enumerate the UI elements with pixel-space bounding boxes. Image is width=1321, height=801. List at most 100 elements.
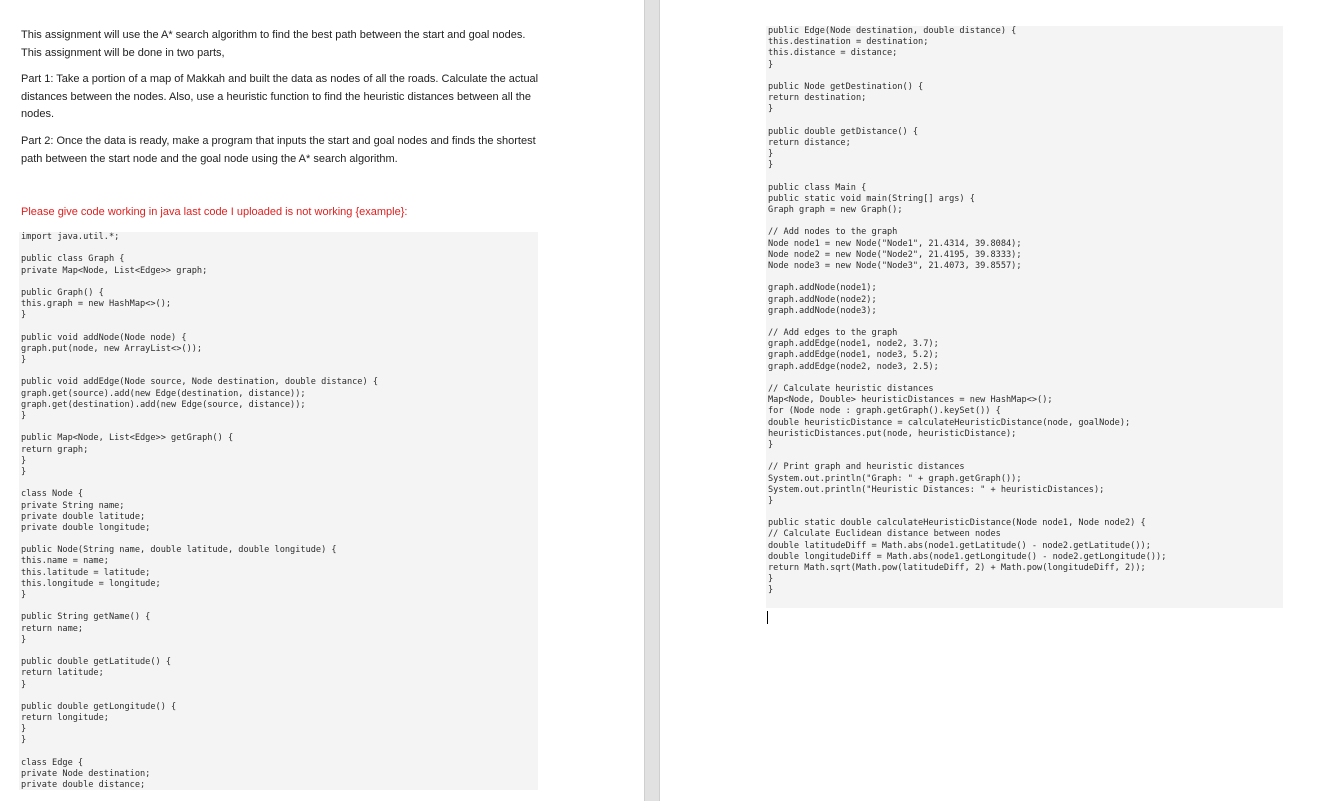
intro-paragraph: This assignment will use the A* search a… <box>21 29 526 59</box>
code-line: public static void main(String[] args) { <box>768 193 975 204</box>
code-line: } <box>21 735 27 746</box>
code-line: return Math.sqrt(Math.pow(latitudeDiff, … <box>768 563 1146 573</box>
code-line: graph.get(destination).add(new Edge(sour… <box>21 399 306 410</box>
part2-paragraph: Part 2: Once the data is ready, make a p… <box>21 135 536 165</box>
code-line: return graph; <box>21 444 89 455</box>
code-line: public Node(String name, double latitude… <box>21 545 337 556</box>
part1-paragraph: Part 1: Take a portion of a map of Makka… <box>21 73 539 120</box>
code-line: // Calculate heuristic distances <box>768 384 934 394</box>
code-line: } <box>768 574 774 585</box>
code-line: graph.addEdge(node2, node3, 2.5); <box>768 361 939 372</box>
code-line: this.longitude = longitude; <box>21 578 161 589</box>
code-line: return name; <box>21 623 84 634</box>
code-line: } <box>21 310 27 321</box>
code-line: Node node3 = new Node("Node3", 21.4073, … <box>768 260 1022 271</box>
code-line: public double getLongitude() { <box>21 701 177 712</box>
code-line: public double getDistance() { <box>768 126 919 137</box>
code-line: double heuristicDistance = calculateHeur… <box>768 417 1131 428</box>
code-line: return distance; <box>768 137 851 148</box>
code-line: double latitudeDiff = Math.abs(node1.get… <box>768 540 1151 551</box>
code-line: this.name = name; <box>21 556 109 567</box>
code-line: private double longitude; <box>21 522 151 533</box>
code-line: public class Graph { <box>21 254 125 265</box>
code-line: import java.util.*; <box>21 232 120 242</box>
code-line: graph.addEdge(node1, node2, 3.7); <box>768 339 939 350</box>
code-line: private String name; <box>21 500 125 511</box>
code-line: } <box>21 411 27 421</box>
code-line: heuristicDistances.put(node, heuristicDi… <box>768 428 1017 439</box>
code-line: } <box>768 104 774 115</box>
code-line: } <box>768 439 774 450</box>
code-line: this.distance = distance; <box>768 48 898 59</box>
code-line: this.graph = new HashMap<>(); <box>21 299 172 310</box>
request-paragraph: Please give code working in java last co… <box>21 206 408 218</box>
code-line: // Add nodes to the graph <box>768 227 898 238</box>
code-line: private double distance; <box>21 780 146 790</box>
document-page-left: This assignment will use the A* search a… <box>0 0 644 801</box>
page-gap <box>644 0 660 801</box>
code-line: double longitudeDiff = Math.abs(node1.ge… <box>768 551 1167 562</box>
code-line: public void addNode(Node node) { <box>21 332 187 343</box>
code-line: } <box>21 466 27 477</box>
code-line: graph.addNode(node3); <box>768 305 877 316</box>
code-line: } <box>21 355 27 366</box>
code-line: // Print graph and heuristic distances <box>768 462 965 473</box>
code-block-right: public Edge(Node destination, double dis… <box>766 26 1283 608</box>
code-line: public double getLatitude() { <box>21 657 172 668</box>
code-line: } <box>21 455 27 466</box>
code-line: graph.addEdge(node1, node3, 5.2); <box>768 350 939 361</box>
code-line: Node node2 = new Node("Node2", 21.4195, … <box>768 249 1022 260</box>
code-line: public Graph() { <box>21 287 104 298</box>
code-line: return latitude; <box>21 668 104 679</box>
code-line: System.out.println("Graph: " + graph.get… <box>768 473 1022 484</box>
code-line: } <box>768 585 774 596</box>
document-page-right: public Edge(Node destination, double dis… <box>660 0 1321 801</box>
code-line: class Node { <box>21 489 84 500</box>
code-line: public String getName() { <box>21 612 151 623</box>
code-line: } <box>21 679 27 690</box>
code-line: public void addEdge(Node source, Node de… <box>21 377 378 388</box>
code-line: graph.addNode(node2); <box>768 294 877 305</box>
code-line: class Edge { <box>21 757 84 768</box>
code-line: private Map<Node, List<Edge>> graph; <box>21 265 208 276</box>
text-cursor <box>767 611 768 624</box>
code-line: public Edge(Node destination, double dis… <box>768 26 1017 36</box>
code-line: } <box>21 724 27 735</box>
code-block-left: import java.util.*; public class Graph {p… <box>19 232 538 790</box>
code-line: this.latitude = latitude; <box>21 567 151 578</box>
code-line: private double latitude; <box>21 511 146 522</box>
code-line: private Node destination; <box>21 769 151 779</box>
code-line: } <box>768 149 774 160</box>
code-line: System.out.println("Heuristic Distances:… <box>768 484 1105 495</box>
code-line: public class Main { <box>768 182 867 193</box>
code-line: Graph graph = new Graph(); <box>768 205 903 215</box>
code-line: public Node getDestination() { <box>768 81 924 92</box>
code-line: return longitude; <box>21 713 109 724</box>
code-line: for (Node node : graph.getGraph().keySet… <box>768 406 1001 417</box>
code-line: graph.addNode(node1); <box>768 283 877 294</box>
code-line: return destination; <box>768 93 867 104</box>
code-line: this.destination = destination; <box>768 37 929 48</box>
code-line: public Map<Node, List<Edge>> getGraph() … <box>21 433 234 444</box>
code-line: Map<Node, Double> heuristicDistances = n… <box>768 395 1053 406</box>
code-line: } <box>21 634 27 645</box>
code-line: } <box>768 495 774 506</box>
code-line: } <box>21 590 27 600</box>
